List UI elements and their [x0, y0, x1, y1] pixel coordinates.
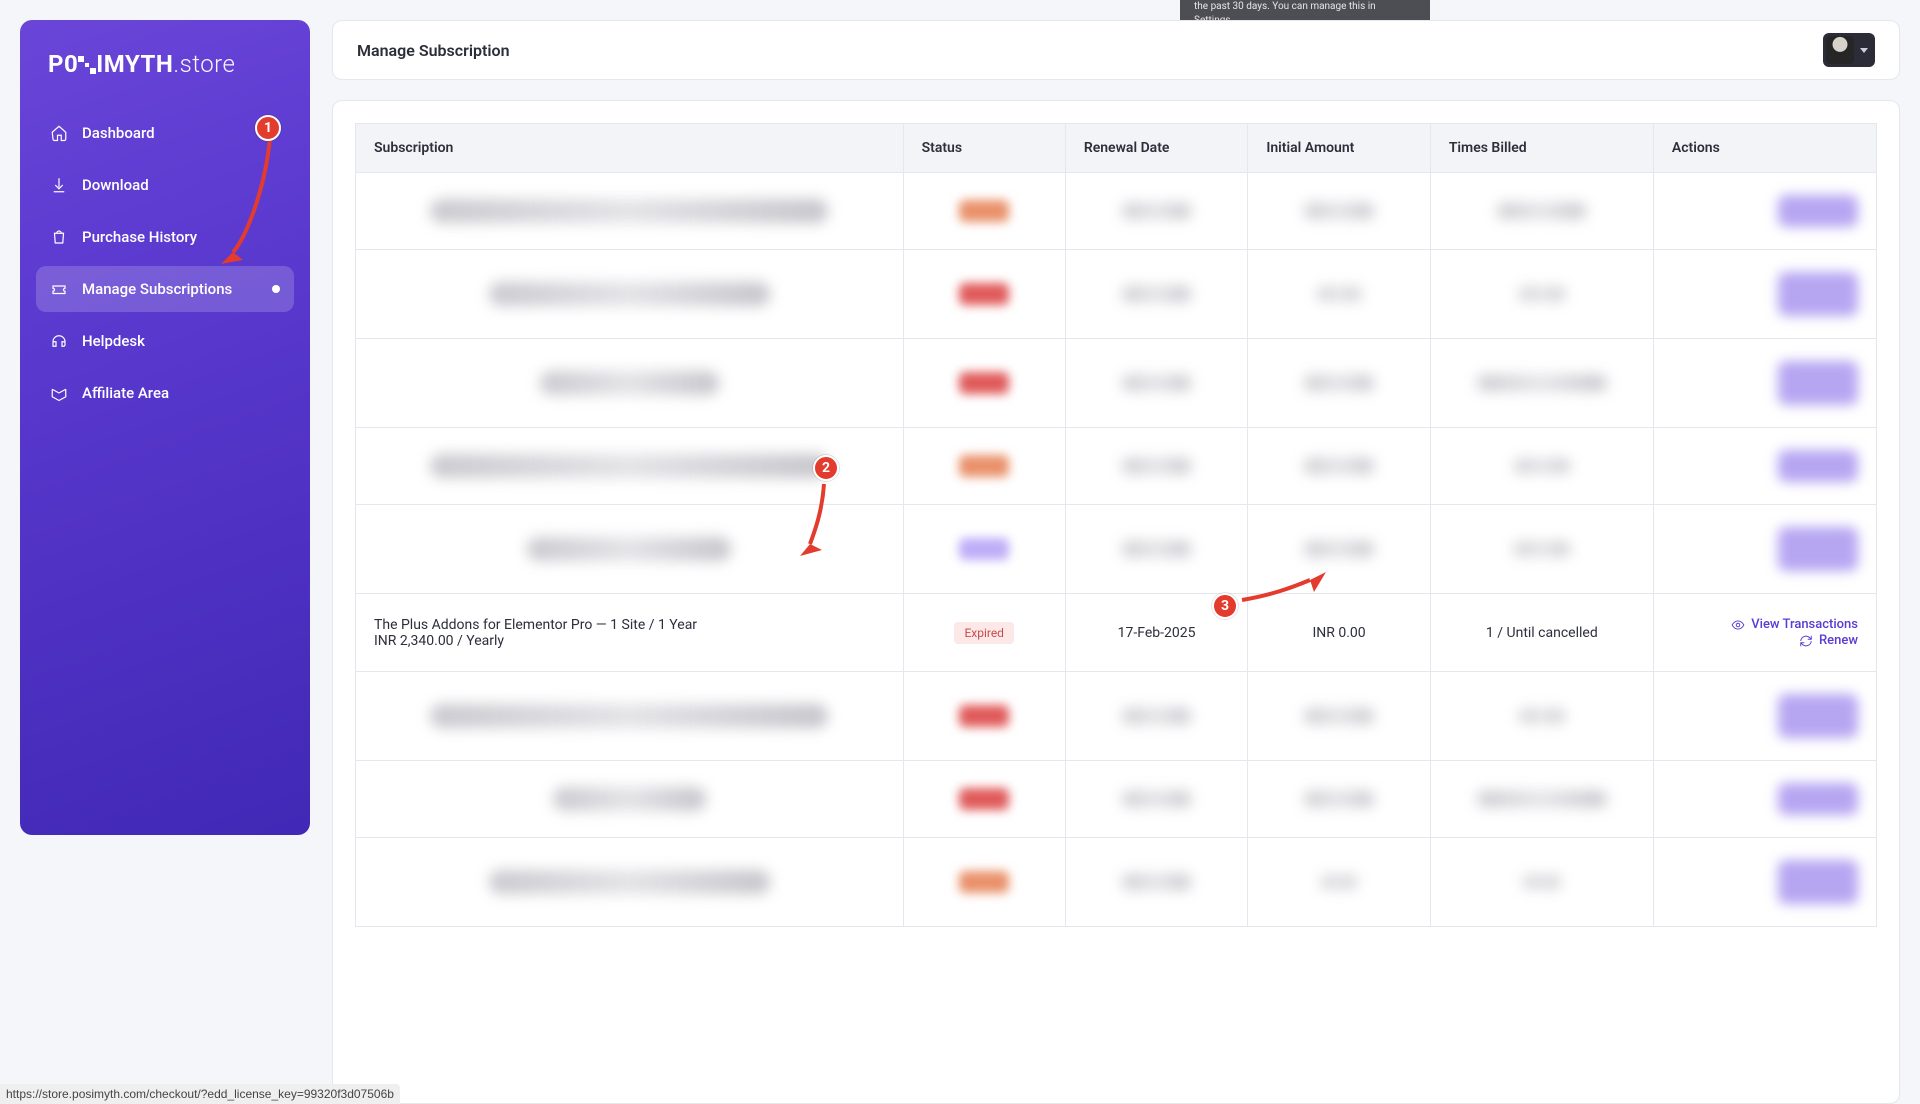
annotation-badge-2: 2 [813, 455, 839, 481]
view-transactions-label: View Transactions [1751, 617, 1858, 632]
table-header-row: Subscription Status Renewal Date Initial… [356, 124, 1877, 173]
brand-part3: .store [173, 50, 235, 78]
affiliate-icon [50, 384, 68, 402]
sidebar-label-manage-subscriptions: Manage Subscriptions [82, 280, 232, 298]
brand-x-icon [78, 56, 96, 74]
page-title: Manage Subscription [357, 41, 510, 60]
cell-status: Expired [903, 594, 1065, 672]
status-badge: Expired [954, 622, 1014, 644]
sidebar-label-dashboard: Dashboard [82, 124, 155, 142]
subscription-name: The Plus Addons for Elementor Pro — 1 Si… [374, 617, 885, 633]
bag-icon [50, 228, 68, 246]
cell-actions: View Transactions Renew [1653, 594, 1876, 672]
browser-status-url: https://store.posimyth.com/checkout/?edd… [0, 1084, 400, 1104]
subscription-price: INR 2,340.00 / Yearly [374, 633, 885, 649]
col-times-billed: Times Billed [1430, 124, 1653, 173]
view-transactions-link[interactable]: View Transactions [1672, 617, 1858, 632]
table-row-blurred [356, 505, 1877, 594]
table-row-blurred [356, 250, 1877, 339]
sidebar-nav: Dashboard Download Purchase History Mana… [20, 110, 310, 416]
avatar [1826, 36, 1854, 64]
col-initial-amount: Initial Amount [1248, 124, 1431, 173]
table-row-blurred [356, 339, 1877, 428]
sidebar-label-purchase-history: Purchase History [82, 228, 197, 246]
sidebar-label-helpdesk: Helpdesk [82, 332, 145, 350]
headset-icon [50, 332, 68, 350]
eye-icon [1731, 618, 1745, 632]
subscription-table-card: Subscription Status Renewal Date Initial… [332, 100, 1900, 1104]
annotation-badge-1: 1 [255, 115, 281, 141]
table-row-blurred [356, 428, 1877, 505]
brand-part1: P0 [48, 50, 78, 78]
col-status: Status [903, 124, 1065, 173]
col-subscription: Subscription [356, 124, 904, 173]
sidebar-label-affiliate-area: Affiliate Area [82, 384, 169, 402]
table-row-blurred [356, 173, 1877, 250]
cell-subscription: The Plus Addons for Elementor Pro — 1 Si… [356, 594, 904, 672]
home-icon [50, 124, 68, 142]
renew-label: Renew [1819, 633, 1858, 648]
subscription-table: Subscription Status Renewal Date Initial… [355, 123, 1877, 927]
chevron-down-icon [1860, 48, 1868, 53]
sidebar-item-affiliate-area[interactable]: Affiliate Area [36, 370, 294, 416]
col-actions: Actions [1653, 124, 1876, 173]
table-row-blurred [356, 761, 1877, 838]
sidebar-item-download[interactable]: Download [36, 162, 294, 208]
cell-initial-amount: INR 0.00 [1248, 594, 1431, 672]
sidebar-item-purchase-history[interactable]: Purchase History [36, 214, 294, 260]
cell-times-billed: 1 / Until cancelled [1430, 594, 1653, 672]
col-renewal-date: Renewal Date [1065, 124, 1248, 173]
annotation-badge-3: 3 [1212, 593, 1238, 619]
page-header: Manage Subscription [332, 20, 1900, 80]
sidebar-item-helpdesk[interactable]: Helpdesk [36, 318, 294, 364]
ticket-icon [50, 280, 68, 298]
download-icon [50, 176, 68, 194]
sidebar-label-download: Download [82, 176, 149, 194]
sidebar: P0 IMYTH.store Dashboard Download Purchas… [20, 20, 310, 835]
refresh-icon [1799, 634, 1813, 648]
renew-link[interactable]: Renew [1672, 633, 1858, 648]
table-row-blurred [356, 672, 1877, 761]
sidebar-item-manage-subscriptions[interactable]: Manage Subscriptions [36, 266, 294, 312]
table-row-visible: The Plus Addons for Elementor Pro — 1 Si… [356, 594, 1877, 672]
active-dot-icon [272, 285, 280, 293]
user-menu[interactable] [1823, 33, 1875, 67]
table-row-blurred [356, 838, 1877, 927]
brand-part2: IMYTH [96, 50, 173, 78]
brand-logo: P0 IMYTH.store [20, 42, 310, 110]
